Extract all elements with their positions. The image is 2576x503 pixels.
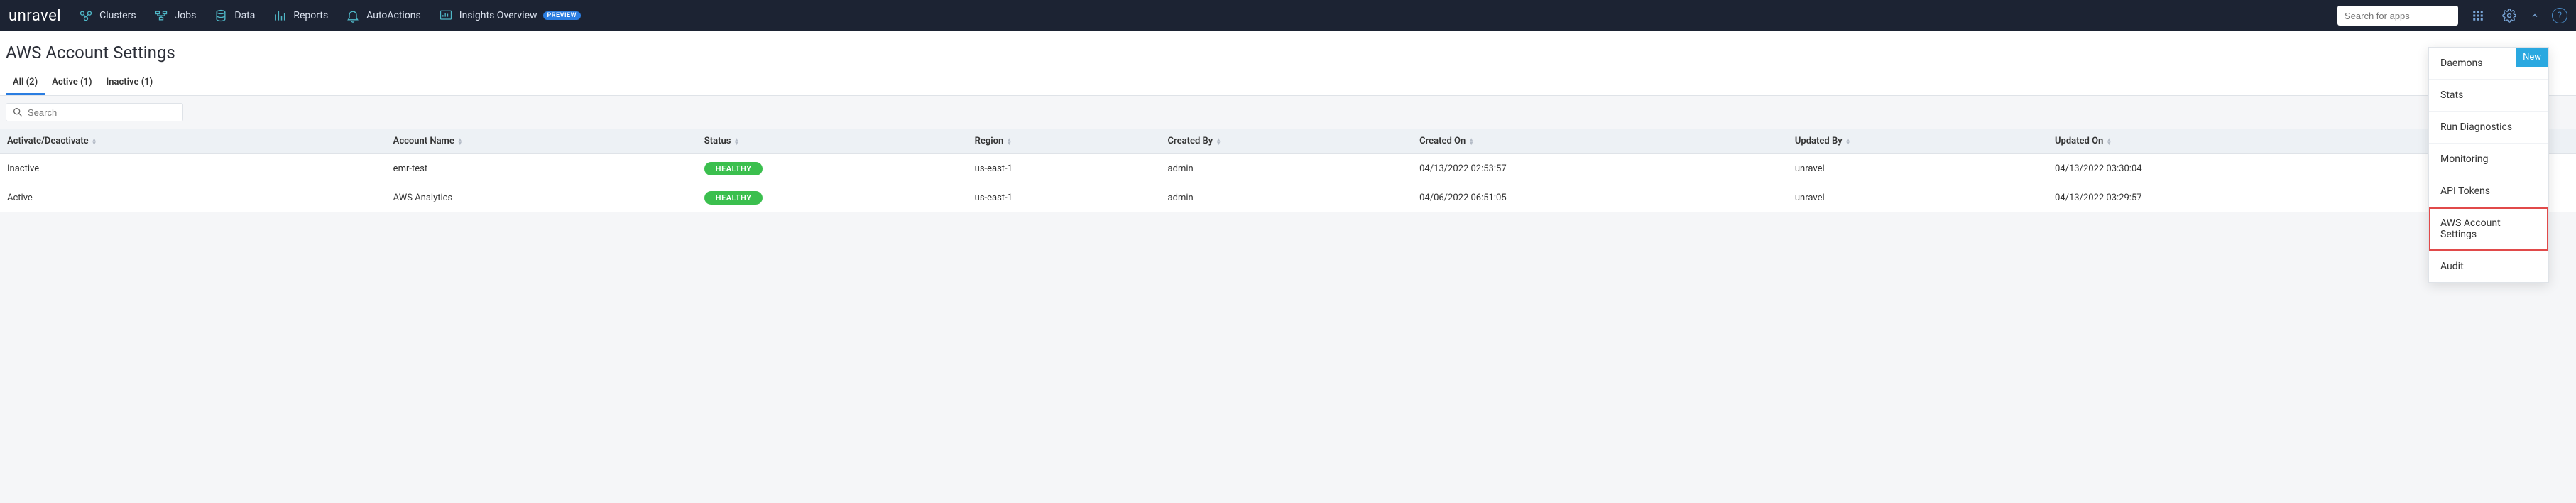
nav-label: Insights Overview: [459, 10, 537, 21]
col-updated-on[interactable]: Updated On▲▼: [2048, 129, 2423, 154]
cell-created-on: 04/06/2022 06:51:05: [1412, 183, 1788, 212]
sort-icon: ▲▼: [733, 138, 739, 145]
dropdown-audit[interactable]: Audit: [2429, 251, 2548, 282]
dropdown-diagnostics[interactable]: Run Diagnostics: [2429, 112, 2548, 144]
cell-account: emr-test: [386, 154, 697, 183]
filter-search-input[interactable]: [28, 107, 177, 118]
jobs-icon: [153, 8, 169, 23]
tab-all[interactable]: All (2): [6, 71, 45, 95]
table-row: Inactiveemr-testHEALTHYus-east-1admin04/…: [0, 154, 2576, 183]
cell-updated-by: unravel: [1788, 183, 2048, 212]
table-row: ActiveAWS Analytics HEALTHY us-east-1admin…: [0, 183, 2576, 212]
cell-region: us-east-1: [968, 154, 1161, 183]
search-apps-input[interactable]: [2345, 11, 2451, 21]
clusters-icon: [78, 8, 94, 23]
reports-icon: [272, 8, 288, 23]
col-created-on[interactable]: Created On▲▼: [1412, 129, 1788, 154]
status-badge: HEALTHY: [704, 162, 763, 175]
nav-reports[interactable]: Reports: [272, 8, 328, 23]
table-header-row: Activate/Deactivate▲▼ Account Name▲▼ Sta…: [0, 129, 2576, 154]
col-activate[interactable]: Activate/Deactivate▲▼: [0, 129, 386, 154]
sort-icon: ▲▼: [1216, 138, 1221, 145]
data-icon: [213, 8, 229, 23]
nav-jobs[interactable]: Jobs: [153, 8, 197, 23]
page-title: AWS Account Settings: [0, 31, 2576, 71]
nav-label: Clusters: [99, 10, 136, 21]
nav-right: ?: [2337, 4, 2567, 27]
cell-created-by: admin: [1161, 183, 1413, 212]
cell-activate: Inactive: [0, 154, 386, 183]
dropdown-api-tokens[interactable]: API Tokens: [2429, 175, 2548, 207]
cell-updated-on: 04/13/2022 03:30:04: [2048, 154, 2423, 183]
chevron-up-icon[interactable]: [2529, 4, 2540, 27]
tab-inactive[interactable]: Inactive (1): [99, 71, 160, 95]
dropdown-stats[interactable]: Stats: [2429, 80, 2548, 112]
insights-icon: [438, 8, 454, 23]
settings-dropdown: New Daemons Stats Run Diagnostics Monito…: [2428, 47, 2549, 283]
filter-search[interactable]: [6, 103, 183, 121]
help-icon[interactable]: ?: [2552, 8, 2567, 23]
nav-data[interactable]: Data: [213, 8, 255, 23]
nav-label: Jobs: [175, 10, 197, 21]
nav-items: Clusters Jobs Data Reports AutoActions I…: [78, 8, 2337, 23]
sort-icon: ▲▼: [1468, 138, 1474, 145]
cell-activate: Active: [0, 183, 386, 212]
cell-created-by: admin: [1161, 154, 1413, 183]
sort-icon: ▲▼: [1845, 138, 1851, 145]
sort-icon: ▲▼: [1006, 138, 1012, 145]
cell-status: HEALTHY: [697, 154, 968, 183]
col-region[interactable]: Region▲▼: [968, 129, 1161, 154]
search-apps[interactable]: [2337, 6, 2458, 26]
apps-grid-icon[interactable]: [2467, 4, 2489, 27]
cell-updated-on: 04/13/2022 03:29:57: [2048, 183, 2423, 212]
top-navbar: unravel Clusters Jobs Data Reports AutoA…: [0, 0, 2576, 31]
sort-icon: ▲▼: [2106, 138, 2112, 145]
nav-insights[interactable]: Insights Overview PREVIEW: [438, 8, 581, 23]
nav-autoactions[interactable]: AutoActions: [345, 8, 421, 23]
cell-region: us-east-1: [968, 183, 1161, 212]
search-icon: [12, 107, 23, 118]
col-account-name[interactable]: Account Name▲▼: [386, 129, 697, 154]
sort-icon: ▲▼: [457, 138, 463, 145]
nav-clusters[interactable]: Clusters: [78, 8, 136, 23]
bell-icon: [345, 8, 361, 23]
tab-active[interactable]: Active (1): [45, 71, 99, 95]
filter-row: [0, 96, 2576, 129]
nav-label: AutoActions: [366, 10, 421, 21]
cell-updated-by: unravel: [1788, 154, 2048, 183]
col-updated-by[interactable]: Updated By▲▼: [1788, 129, 2048, 154]
brand-logo: unravel: [9, 7, 61, 25]
new-button[interactable]: New: [2516, 48, 2548, 67]
preview-badge: PREVIEW: [543, 11, 581, 20]
accounts-table: Activate/Deactivate▲▼ Account Name▲▼ Sta…: [0, 129, 2576, 212]
nav-label: Reports: [293, 10, 328, 21]
sort-icon: ▲▼: [92, 138, 97, 145]
nav-label: Data: [234, 10, 255, 21]
col-created-by[interactable]: Created By▲▼: [1161, 129, 1413, 154]
cell-created-on: 04/13/2022 02:53:57: [1412, 154, 1788, 183]
cell-account: AWS Analytics: [386, 183, 697, 212]
dropdown-aws-account-settings[interactable]: AWS Account Settings: [2429, 207, 2548, 251]
tabs-row: All (2) Active (1) Inactive (1): [0, 71, 2576, 96]
col-status[interactable]: Status▲▼: [697, 129, 968, 154]
status-badge: HEALTHY: [704, 191, 763, 205]
gear-icon[interactable]: [2498, 4, 2521, 27]
cell-status: HEALTHY: [697, 183, 968, 212]
dropdown-monitoring[interactable]: Monitoring: [2429, 144, 2548, 175]
